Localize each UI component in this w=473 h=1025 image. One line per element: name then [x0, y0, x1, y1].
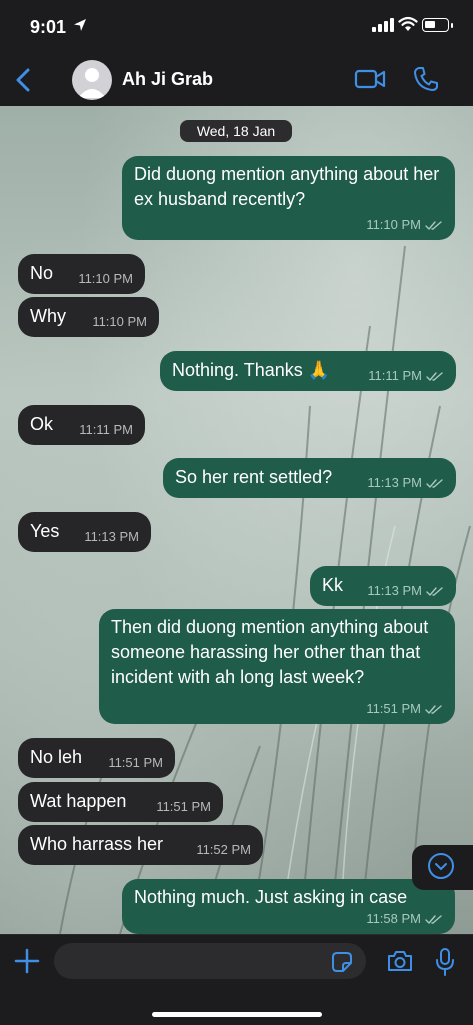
outgoing-message[interactable]: Nothing. Thanks 🙏 11:11 PM — [160, 351, 456, 391]
outgoing-message[interactable]: Nothing much. Just asking in case 11:58 P… — [122, 879, 455, 934]
location-arrow-icon — [74, 19, 86, 31]
message-text: Nothing. Thanks 🙏 — [172, 360, 331, 380]
message-time: 11:11 PM — [368, 368, 422, 383]
message-input[interactable] — [54, 943, 366, 979]
message-time: 11:13 PM — [367, 475, 422, 490]
double-check-icon — [425, 220, 442, 230]
double-check-icon — [425, 704, 442, 714]
message-timestamp: 11:10 PM — [78, 272, 133, 286]
outgoing-message[interactable]: Kk 11:13 PM — [310, 566, 456, 606]
message-text: Yes — [30, 521, 60, 541]
message-timestamp: 11:13 PM — [367, 584, 444, 598]
incoming-message[interactable]: Who harrass her 11:52 PM — [18, 825, 263, 865]
outgoing-message[interactable]: Then did duong mention anything about so… — [99, 609, 455, 724]
message-timestamp: 11:51 PM — [108, 756, 163, 770]
microphone-icon[interactable] — [434, 947, 456, 977]
message-timestamp: 11:10 PM — [92, 315, 147, 329]
message-text: No leh — [30, 747, 83, 767]
message-time: 11:51 PM — [108, 755, 163, 770]
home-indicator — [152, 1012, 322, 1017]
message-text: No — [30, 263, 54, 283]
message-time: 11:10 PM — [366, 217, 421, 232]
outgoing-message[interactable]: Did duong mention anything about her ex … — [122, 156, 455, 240]
message-text: So her rent settled? — [175, 467, 333, 487]
message-time: 11:58 PM — [366, 911, 421, 926]
chevron-left-icon[interactable] — [10, 65, 40, 95]
message-text: Ok — [30, 414, 54, 434]
double-check-icon — [426, 478, 443, 488]
status-bar: 9:01 — [0, 0, 473, 56]
message-text: Nothing much. Just asking in case — [134, 887, 408, 907]
person-icon — [78, 68, 106, 98]
incoming-message[interactable]: Wat happen 11:51 PM — [18, 782, 223, 822]
outgoing-message[interactable]: So her rent settled? 11:13 PM — [163, 458, 456, 498]
wifi-icon — [398, 16, 418, 31]
scroll-to-bottom-button[interactable] — [412, 845, 473, 890]
battery-icon — [422, 18, 453, 32]
message-timestamp: 11:52 PM — [196, 843, 251, 857]
double-check-icon — [425, 914, 442, 924]
message-time: 11:51 PM — [366, 701, 421, 716]
incoming-message[interactable]: Why 11:10 PM — [18, 297, 159, 337]
message-time: 11:13 PM — [367, 583, 422, 598]
incoming-message[interactable]: Yes 11:13 PM — [18, 512, 151, 552]
avatar[interactable] — [72, 60, 112, 100]
message-time: 11:52 PM — [196, 842, 251, 857]
message-timestamp: 11:13 PM — [84, 530, 139, 544]
double-check-icon — [426, 586, 443, 596]
date-separator: Wed, 18 Jan — [180, 120, 292, 142]
contact-name[interactable]: Ah Ji Grab — [122, 69, 213, 90]
phone-icon[interactable] — [412, 65, 440, 93]
message-timestamp: 11:10 PM — [366, 218, 443, 232]
message-time: 11:10 PM — [78, 271, 133, 286]
message-time: 11:10 PM — [92, 314, 147, 329]
message-timestamp: 11:51 PM — [366, 702, 443, 716]
message-text: Kk — [322, 575, 344, 595]
composer-bar — [0, 934, 473, 1025]
message-text: Then did duong mention anything about so… — [111, 617, 429, 687]
message-timestamp: 11:51 PM — [156, 800, 211, 814]
double-check-icon — [426, 371, 443, 381]
message-timestamp: 11:11 PM — [368, 369, 444, 383]
message-text: Wat happen — [30, 791, 127, 811]
incoming-message[interactable]: No 11:10 PM — [18, 254, 145, 294]
message-text: Why — [30, 306, 66, 326]
sticker-icon[interactable] — [330, 950, 354, 974]
message-timestamp: 11:11 PM — [79, 423, 133, 437]
incoming-message[interactable]: Ok 11:11 PM — [18, 405, 145, 445]
message-time: 11:13 PM — [84, 529, 139, 544]
message-text: Did duong mention anything about her ex … — [134, 164, 440, 209]
status-time: 9:01 — [30, 17, 67, 37]
message-text: Who harrass her — [30, 834, 164, 854]
message-time: 11:11 PM — [79, 422, 133, 437]
plus-icon[interactable] — [14, 948, 40, 974]
chat-header: Ah Ji Grab — [0, 56, 473, 107]
incoming-message[interactable]: No leh 11:51 PM — [18, 738, 175, 778]
video-camera-icon[interactable] — [353, 66, 387, 92]
message-timestamp: 11:58 PM — [366, 912, 443, 926]
message-time: 11:51 PM — [156, 799, 211, 814]
camera-icon[interactable] — [386, 949, 414, 973]
chevron-down-icon — [428, 853, 454, 879]
message-timestamp: 11:13 PM — [367, 476, 444, 490]
